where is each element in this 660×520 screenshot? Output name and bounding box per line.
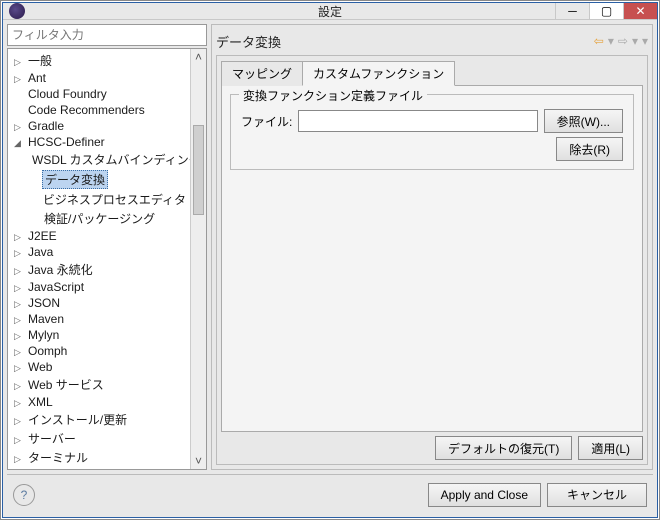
tree-node[interactable]: Cloud Foundry: [8, 86, 190, 102]
arrow-collapsed-icon[interactable]: [14, 54, 26, 68]
arrow-collapsed-icon[interactable]: [14, 229, 26, 243]
scroll-thumb[interactable]: [193, 125, 204, 215]
scroll-down-button[interactable]: ˅: [191, 453, 206, 469]
browse-button[interactable]: 参照(W)...: [544, 109, 623, 133]
arrow-collapsed-icon[interactable]: [14, 328, 26, 342]
tree-node[interactable]: WSDL カスタムバインディング: [8, 150, 190, 169]
tree-node[interactable]: サーバー: [8, 429, 190, 448]
page-title: データ変換: [216, 32, 281, 51]
tree-node[interactable]: JavaScript: [8, 279, 190, 295]
tree-node-label: インストール/更新: [26, 411, 129, 428]
nav-forward-menu-icon[interactable]: ▾: [632, 34, 638, 48]
tree-node[interactable]: Web サービス: [8, 375, 190, 394]
nav-back-menu-icon[interactable]: ▾: [608, 34, 614, 48]
arrow-collapsed-icon[interactable]: [14, 395, 26, 409]
tree-node-label: Java 永続化: [26, 261, 95, 278]
arrow-collapsed-icon[interactable]: [14, 344, 26, 358]
tree-node[interactable]: Mylyn: [8, 327, 190, 343]
arrow-collapsed-icon[interactable]: [14, 360, 26, 374]
tree-node[interactable]: Web: [8, 359, 190, 375]
group-title: 変換ファンクション定義ファイル: [239, 87, 427, 104]
tab-custom-function[interactable]: カスタムファンクション: [302, 61, 455, 86]
arrow-expanded-icon[interactable]: [14, 135, 26, 149]
window-title: 設定: [3, 3, 657, 20]
filter-field[interactable]: [7, 24, 207, 46]
file-group: 変換ファンクション定義ファイル ファイル: 参照(W)... 除去(R): [230, 94, 634, 170]
arrow-collapsed-icon[interactable]: [14, 378, 26, 392]
arrow-collapsed-icon[interactable]: [14, 263, 26, 277]
tree-node-label: J2EE: [26, 229, 59, 243]
tree-node-label: Web: [26, 360, 54, 374]
tree-node-label: Maven: [26, 312, 66, 326]
tree-node[interactable]: Code Recommenders: [8, 102, 190, 118]
tree-node[interactable]: 一般: [8, 51, 190, 70]
tree-node-label: Web サービス: [26, 376, 106, 393]
tree-node[interactable]: JSON: [8, 295, 190, 311]
tree-node[interactable]: HCSC-Definer: [8, 134, 190, 150]
tree-node-label: Oomph: [26, 344, 69, 358]
tree-node-label: ターミナル: [26, 449, 90, 466]
tree-scrollbar[interactable]: ˄ ˅: [190, 49, 206, 469]
tree-node-label: 一般: [26, 52, 54, 69]
tree-node-label: Ant: [26, 71, 48, 85]
tree-node[interactable]: ターミナル: [8, 448, 190, 467]
tree-node-label: Java: [26, 245, 55, 259]
tree-node[interactable]: Maven: [8, 311, 190, 327]
arrow-collapsed-icon[interactable]: [14, 432, 26, 446]
help-icon[interactable]: ?: [13, 484, 35, 506]
cancel-button[interactable]: キャンセル: [547, 483, 647, 507]
tree-node-label: WSDL カスタムバインディング: [30, 151, 190, 168]
tree-node[interactable]: Ant: [8, 70, 190, 86]
arrow-collapsed-icon[interactable]: [14, 312, 26, 326]
nav-forward-icon[interactable]: ⇨: [618, 34, 628, 48]
remove-button[interactable]: 除去(R): [556, 137, 623, 161]
nav-menu-icon[interactable]: ▾: [642, 34, 648, 48]
tree-node-label: Cloud Foundry: [26, 87, 109, 101]
tree-node[interactable]: Oomph: [8, 343, 190, 359]
arrow-collapsed-icon[interactable]: [14, 119, 26, 133]
tree-node-label: Code Recommenders: [26, 103, 147, 117]
file-input[interactable]: [298, 110, 537, 132]
arrow-collapsed-icon[interactable]: [14, 71, 26, 85]
tree-node[interactable]: Gradle: [8, 118, 190, 134]
tree-node-label: HCSC-Definer: [26, 135, 107, 149]
arrow-collapsed-icon[interactable]: [14, 451, 26, 465]
arrow-collapsed-icon[interactable]: [14, 280, 26, 294]
tree-node-label: ビジネスプロセスエディタ: [41, 191, 188, 208]
arrow-collapsed-icon[interactable]: [14, 413, 26, 427]
nav-back-icon[interactable]: ⇦: [594, 34, 604, 48]
tree-node-label: サーバー: [26, 430, 78, 447]
arrow-collapsed-icon[interactable]: [14, 245, 26, 259]
tree-node-label: JavaScript: [26, 280, 86, 294]
tree-node-label: XML: [26, 395, 55, 409]
tab-mapping[interactable]: マッピング: [221, 61, 303, 86]
tree-node[interactable]: J2EE: [8, 228, 190, 244]
arrow-collapsed-icon[interactable]: [14, 296, 26, 310]
restore-defaults-button[interactable]: デフォルトの復元(T): [435, 436, 572, 460]
apply-and-close-button[interactable]: Apply and Close: [428, 483, 541, 507]
tree-node[interactable]: Java 永続化: [8, 260, 190, 279]
tree-node[interactable]: 検証/パッケージング: [8, 209, 190, 228]
filter-input[interactable]: [8, 25, 206, 45]
tree-node[interactable]: Java: [8, 244, 190, 260]
tree-node-label: 検証/パッケージング: [42, 210, 157, 227]
scroll-up-button[interactable]: ˄: [191, 49, 206, 65]
tree-node[interactable]: ビジネスプロセスエディタ: [8, 190, 190, 209]
apply-button[interactable]: 適用(L): [578, 436, 643, 460]
titlebar: 設定 ─ ▢ ✕: [3, 3, 657, 20]
tree-node[interactable]: XML: [8, 394, 190, 410]
tree-node[interactable]: インストール/更新: [8, 410, 190, 429]
tree-node[interactable]: データ変換: [8, 169, 190, 190]
tree-node-label: JSON: [26, 296, 62, 310]
preferences-tree[interactable]: 一般 Ant Cloud Foundry Code Recommenders Gradl…: [8, 49, 190, 469]
tree-node-label: Mylyn: [26, 328, 61, 342]
tree-node-label: Gradle: [26, 119, 66, 133]
file-label: ファイル:: [241, 113, 292, 130]
tree-node-label: データ変換: [42, 170, 108, 189]
